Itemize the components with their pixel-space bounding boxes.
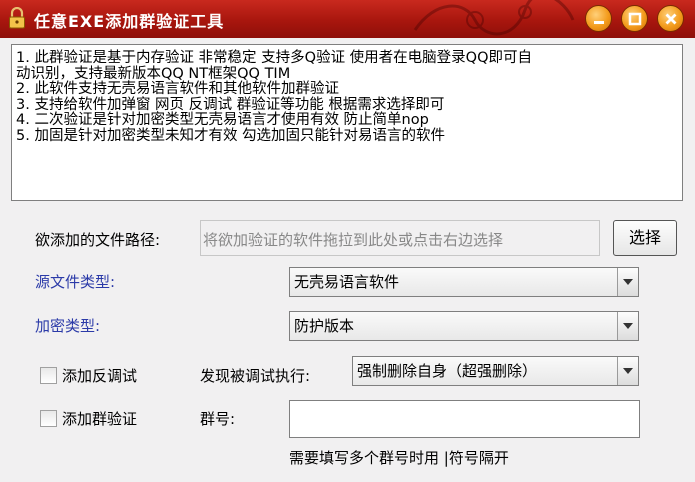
dropdown-arrow-icon[interactable] xyxy=(617,268,638,296)
dropdown-arrow-icon[interactable] xyxy=(617,312,638,340)
info-line: 3. 支持给软件加弹窗 网页 反调试 群验证等功能 根据需求选择即可 xyxy=(16,96,445,113)
dropdown-arrow-icon[interactable] xyxy=(617,357,638,385)
group-verify-checkbox[interactable] xyxy=(40,410,57,427)
encrypt-type-value: 防护版本 xyxy=(290,312,618,340)
close-icon xyxy=(665,13,677,25)
minimize-button[interactable] xyxy=(585,5,612,32)
info-line: 动识别，支持最新版本QQ NT框架QQ TIM xyxy=(16,65,291,82)
source-type-label: 源文件类型: xyxy=(35,273,116,291)
lock-icon xyxy=(9,7,25,29)
select-file-button[interactable]: 选择 xyxy=(613,220,677,256)
source-type-value: 无壳易语言软件 xyxy=(290,268,618,296)
close-button[interactable] xyxy=(657,5,684,32)
group-verify-label: 添加群验证 xyxy=(62,410,138,428)
encrypt-type-select[interactable]: 防护版本 xyxy=(289,311,639,341)
info-line: 2. 此软件支持无壳易语言软件和其他软件加群验证 xyxy=(16,81,339,97)
file-path-label: 欲添加的文件路径: xyxy=(35,231,161,249)
anti-debug-label: 添加反调试 xyxy=(62,367,138,385)
debug-action-value: 强制删除自身（超强删除） xyxy=(353,357,618,385)
title-bar: 任意EXE添加群验证工具 xyxy=(0,0,695,38)
group-number-hint: 需要填写多个群号时用 |符号隔开 xyxy=(289,449,509,467)
decorative-swirl-pattern xyxy=(413,0,575,36)
source-type-select[interactable]: 无壳易语言软件 xyxy=(289,267,639,297)
maximize-button[interactable] xyxy=(621,5,648,32)
info-line: 5. 加固是针对加密类型未知才有效 勾选加固只能针对易语言的软件 xyxy=(16,127,446,144)
group-number-label: 群号: xyxy=(200,410,236,428)
file-path-input[interactable]: 将欲加验证的软件拖拉到此处或点击右边选择 xyxy=(200,220,600,256)
info-line: 4. 二次验证是针对加密类型无壳易语言才使用有效 防止简单nop xyxy=(16,112,429,128)
minimize-icon xyxy=(594,21,604,24)
window-title: 任意EXE添加群验证工具 xyxy=(34,12,225,31)
encrypt-type-label: 加密类型: xyxy=(35,317,101,335)
anti-debug-checkbox[interactable] xyxy=(40,367,57,384)
debug-action-select[interactable]: 强制删除自身（超强删除） xyxy=(352,356,639,386)
maximize-icon xyxy=(628,12,642,26)
info-line: 1. 此群验证是基于内存验证 非常稳定 支持多Q验证 使用者在电脑登录QQ即可自 xyxy=(16,50,533,66)
debug-action-label: 发现被调试执行: xyxy=(200,367,311,385)
info-textarea[interactable]: 1. 此群验证是基于内存验证 非常稳定 支持多Q验证 使用者在电脑登录QQ即可自… xyxy=(11,44,683,201)
group-number-input[interactable] xyxy=(289,400,640,438)
